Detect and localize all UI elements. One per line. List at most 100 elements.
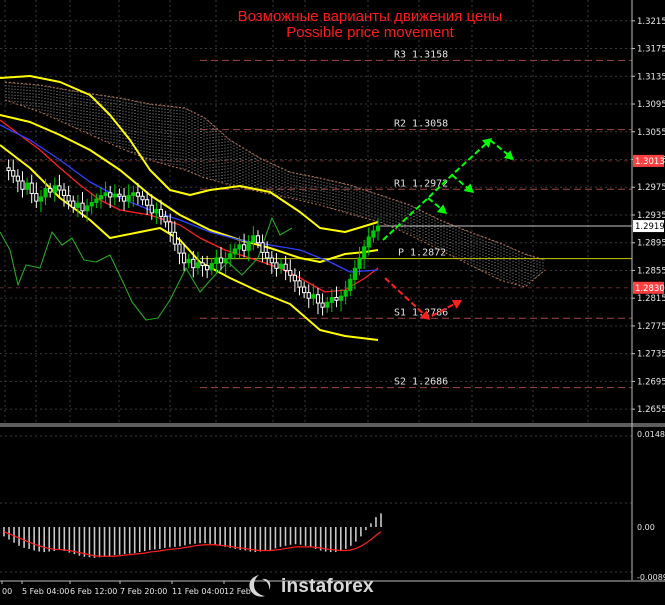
candle-body <box>320 302 325 308</box>
candle-body <box>195 262 201 269</box>
candle-body <box>108 192 113 198</box>
candle-body <box>181 252 187 264</box>
grid <box>0 0 632 573</box>
instaforex-logo: instaforex <box>245 572 374 602</box>
candle-body <box>191 258 196 269</box>
time-label: 00 <box>2 587 12 596</box>
candle-body <box>232 248 237 255</box>
candle-body <box>163 215 168 223</box>
candle-body <box>131 192 136 197</box>
price-tick-label: 1.2695 <box>637 377 665 387</box>
candle-body <box>362 246 367 259</box>
price-tick-label: 1.2655 <box>637 405 665 415</box>
candle-body <box>357 257 362 269</box>
price-chart: R3 1.3158R2 1.3058R1 1.2972P 1.2872S1 1.… <box>0 0 665 596</box>
macd-signal-line <box>3 531 382 557</box>
candle-body <box>315 294 321 304</box>
current-price-tag: 1.2919 <box>635 222 665 232</box>
instaforex-logo-icon <box>249 575 271 597</box>
candle-body <box>61 189 67 197</box>
price-tick-label: 1.2975 <box>637 183 665 193</box>
candle-body <box>255 235 261 244</box>
candle-body <box>80 202 85 212</box>
candle-body <box>57 185 62 191</box>
candle-body <box>274 262 279 269</box>
macd-tick-label: 0.00 <box>637 523 655 532</box>
candle-body <box>371 230 376 238</box>
candle-body <box>103 192 108 197</box>
candle-body <box>117 193 122 197</box>
candle-body <box>149 204 154 214</box>
candle-body <box>38 196 44 202</box>
candle-body <box>200 262 205 267</box>
candle-body <box>352 267 358 280</box>
candle-body <box>177 243 182 254</box>
candle-body <box>186 258 191 264</box>
candle-body <box>209 263 214 271</box>
candle-body <box>348 278 353 292</box>
price-tag: 1.3013 <box>635 157 665 167</box>
candle-body <box>6 167 11 172</box>
price-tick-label: 1.2815 <box>637 294 665 304</box>
candle-body <box>11 170 16 177</box>
candle-body <box>43 188 48 198</box>
candle-body <box>48 188 53 193</box>
level-label-r3: R3 1.3158 <box>394 49 448 60</box>
candle-body <box>311 294 316 299</box>
time-label: 11 Feb 04:00 <box>172 587 224 596</box>
chart-title-en: Possible price movement <box>286 24 454 41</box>
price-tick-label: 1.2735 <box>637 350 665 360</box>
candle-body <box>237 244 242 250</box>
candle-body <box>292 274 297 282</box>
candle-body <box>288 269 293 276</box>
candle-body <box>71 200 76 208</box>
candle-body <box>283 263 288 271</box>
candle-body <box>278 263 284 269</box>
candle-body <box>334 296 339 301</box>
price-tick-label: 1.2935 <box>637 211 665 221</box>
candle-body <box>20 180 25 190</box>
candle-body <box>205 265 210 271</box>
level-label-s2: S2 1.2686 <box>394 377 448 388</box>
candle-body <box>34 192 39 202</box>
candle-body <box>121 195 127 202</box>
candle-body <box>218 257 224 264</box>
candle-body <box>343 290 348 297</box>
macd-tick-label: 0.01485 <box>637 430 665 439</box>
price-tick-label: 1.2895 <box>637 239 665 249</box>
candle-body <box>325 301 330 308</box>
time-label: 6 Feb 12:00 <box>70 587 117 596</box>
price-tick-label: 1.2775 <box>637 322 665 332</box>
price-axis: 1.32151.31751.31351.30951.30551.30151.29… <box>0 0 665 580</box>
bull-arrow-branch-head <box>463 183 474 193</box>
candle-body <box>145 199 150 206</box>
candle-body <box>306 292 311 299</box>
candle-body <box>269 257 274 264</box>
candle-body <box>223 258 228 264</box>
candle-body <box>94 198 99 203</box>
price-tick-label: 1.3095 <box>637 100 665 110</box>
ichimoku-cloud <box>4 81 546 288</box>
candle-body <box>15 175 20 182</box>
candle-body <box>158 208 164 217</box>
candle-body <box>24 182 30 190</box>
candle-body <box>168 221 173 233</box>
level-label-r2: R2 1.3058 <box>394 119 448 130</box>
candle-body <box>154 208 159 214</box>
price-tick-label: 1.3135 <box>637 72 665 82</box>
candle-body <box>302 286 307 294</box>
candle-body <box>375 225 381 232</box>
candle-body <box>366 236 371 248</box>
candle-body <box>52 185 57 193</box>
price-tag: 1.2830 <box>635 284 665 294</box>
price-tick-label: 1.3175 <box>637 45 665 55</box>
candle-body <box>98 195 104 200</box>
candle-body <box>172 231 177 245</box>
forecast-arrows <box>382 138 514 320</box>
candle-body <box>75 202 80 208</box>
candle-body <box>29 182 34 194</box>
candle-body <box>126 195 131 202</box>
time-label: 5 Feb 04:00 <box>22 587 69 596</box>
candle-body <box>228 253 233 260</box>
candle-body <box>297 280 302 288</box>
